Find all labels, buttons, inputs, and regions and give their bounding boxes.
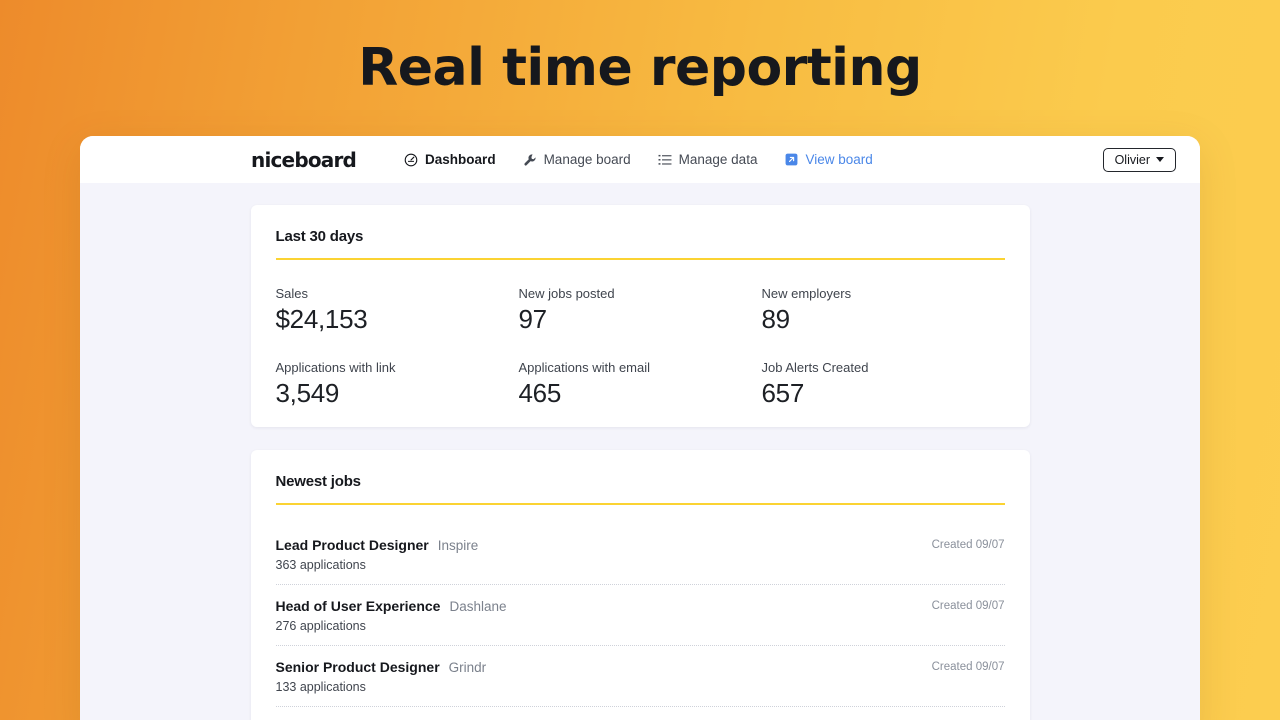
nav-item-dashboard-label: Dashboard [425,152,496,167]
job-head: Lead Product Designer Inspire [276,537,932,553]
brand-logo[interactable]: niceboard [251,148,356,172]
job-list-item[interactable]: Head of User Experience Dashlane 276 app… [276,585,1005,646]
nav-item-dashboard[interactable]: Dashboard [404,152,496,167]
jobs-card: Newest jobs Lead Product Designer Inspir… [251,450,1030,720]
nav-item-manage-board-label: Manage board [544,152,631,167]
job-main: Lead Product Designer Inspire 363 applic… [276,537,932,572]
job-company: Grindr [449,660,487,675]
list-icon [658,153,672,167]
stat-item: New jobs posted 97 [519,286,762,334]
stat-value: 97 [519,305,762,334]
nav-item-view-board-label: View board [805,152,872,167]
nav-item-manage-data-label: Manage data [679,152,758,167]
job-applications-count: 363 applications [276,558,932,572]
job-company: Inspire [438,538,479,553]
stats-grid: Sales $24,153 New jobs posted 97 New emp… [276,286,1005,407]
app-window: niceboard Dashboard Man [80,136,1200,720]
job-title[interactable]: Head of User Experience [276,598,441,614]
nav-item-view-board[interactable]: View board [784,152,872,167]
dashboard-content: Last 30 days Sales $24,153 New jobs post… [80,183,1200,720]
stat-value: $24,153 [276,305,519,334]
job-applications-count: 133 applications [276,680,932,694]
stat-value: 657 [762,379,1005,408]
jobs-card-rule [276,503,1005,505]
user-menu-button[interactable]: Olivier [1103,148,1176,172]
chevron-down-icon [1156,157,1164,162]
gauge-icon [404,153,418,167]
job-applications-count: 276 applications [276,619,932,633]
jobs-card-title: Newest jobs [276,473,1005,490]
job-list-item[interactable]: Lead Product Designer Inspire 363 applic… [276,524,1005,585]
job-main: Head of User Experience Dashlane 276 app… [276,598,932,633]
stat-value: 3,549 [276,379,519,408]
job-list-item[interactable]: Senior Designer FortyFour 108 applicatio… [276,707,1005,720]
job-company: Dashlane [449,599,506,614]
job-created-date: Created 09/07 [932,537,1005,551]
stat-label: New employers [762,286,1005,301]
user-menu-label: Olivier [1115,153,1150,167]
stat-item: Applications with link 3,549 [276,360,519,408]
stat-value: 465 [519,379,762,408]
jobs-list: Lead Product Designer Inspire 363 applic… [276,524,1005,720]
stats-card-title: Last 30 days [276,228,1005,245]
job-title[interactable]: Senior Product Designer [276,659,440,675]
job-head: Head of User Experience Dashlane [276,598,932,614]
stats-card: Last 30 days Sales $24,153 New jobs post… [251,205,1030,427]
page-title: Real time reporting [0,0,1280,136]
job-created-date: Created 09/07 [932,659,1005,673]
stat-item: Applications with email 465 [519,360,762,408]
stat-item: Sales $24,153 [276,286,519,334]
stat-value: 89 [762,305,1005,334]
external-link-icon [784,153,798,167]
stat-label: Sales [276,286,519,301]
job-created-date: Created 09/07 [932,598,1005,612]
wrench-icon [523,153,537,167]
nav-links: Dashboard Manage board [404,152,1103,167]
nav-item-manage-data[interactable]: Manage data [658,152,758,167]
stats-card-rule [276,258,1005,260]
stat-label: Job Alerts Created [762,360,1005,375]
job-main: Senior Product Designer Grindr 133 appli… [276,659,932,694]
stat-label: New jobs posted [519,286,762,301]
stat-label: Applications with link [276,360,519,375]
job-list-item[interactable]: Senior Product Designer Grindr 133 appli… [276,646,1005,707]
stat-label: Applications with email [519,360,762,375]
stat-item: Job Alerts Created 657 [762,360,1005,408]
job-title[interactable]: Lead Product Designer [276,537,429,553]
nav-item-manage-board[interactable]: Manage board [523,152,631,167]
stat-item: New employers 89 [762,286,1005,334]
navbar: niceboard Dashboard Man [80,136,1200,183]
job-head: Senior Product Designer Grindr [276,659,932,675]
